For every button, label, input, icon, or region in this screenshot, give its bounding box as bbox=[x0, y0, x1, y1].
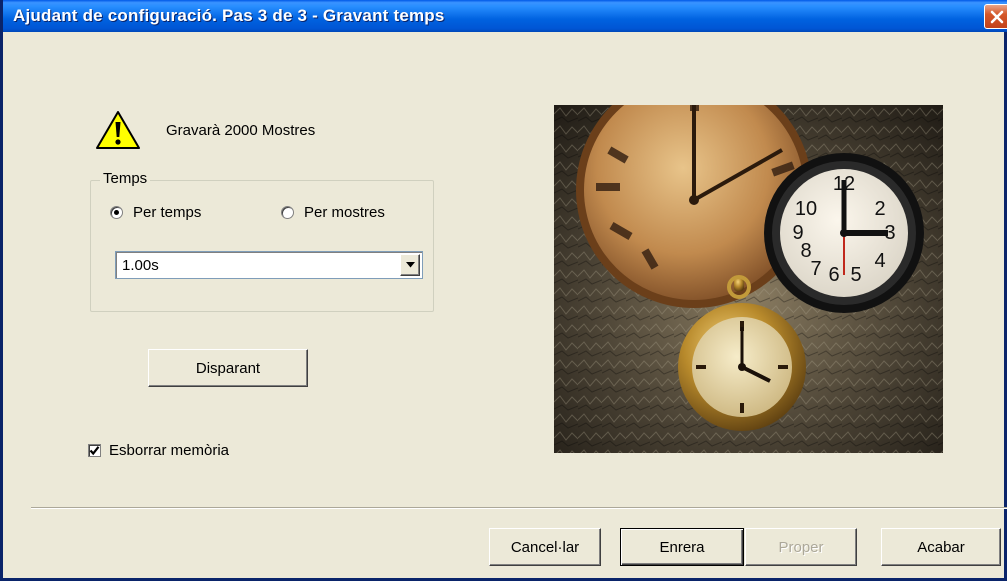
radio-selected-dot bbox=[114, 210, 119, 215]
wizard-window: Ajudant de configuració. Pas 3 de 3 - Gr… bbox=[0, 0, 1007, 581]
close-icon bbox=[990, 10, 1004, 23]
svg-text:6: 6 bbox=[828, 264, 839, 286]
svg-text:4: 4 bbox=[874, 250, 885, 272]
radio-by-samples-circle[interactable] bbox=[281, 206, 294, 219]
svg-text:10: 10 bbox=[795, 198, 817, 220]
cancel-button[interactable]: Cancel·lar bbox=[489, 528, 601, 566]
window-title: Ajudant de configuració. Pas 3 de 3 - Gr… bbox=[13, 6, 445, 25]
footer-separator bbox=[31, 507, 1007, 509]
title-bar[interactable]: Ajudant de configuració. Pas 3 de 3 - Gr… bbox=[3, 0, 1007, 32]
clear-memory-label: Esborrar memòria bbox=[109, 442, 230, 459]
close-button[interactable] bbox=[984, 4, 1007, 29]
radio-by-samples[interactable]: Per mostres bbox=[281, 204, 385, 221]
time-group-legend: Temps bbox=[100, 170, 151, 187]
radio-by-samples-label: Per mostres bbox=[304, 204, 385, 221]
time-groupbox bbox=[90, 180, 434, 312]
checkmark-icon bbox=[89, 446, 100, 456]
next-button[interactable]: Proper bbox=[745, 528, 857, 566]
finish-button[interactable]: Acabar bbox=[881, 528, 1001, 566]
back-button[interactable]: Enrera bbox=[620, 528, 744, 566]
radio-by-time-label: Per temps bbox=[133, 204, 202, 221]
trigger-button[interactable]: Disparant bbox=[148, 349, 308, 387]
svg-text:5: 5 bbox=[850, 264, 861, 286]
duration-select-dropdown-button[interactable] bbox=[400, 254, 420, 276]
radio-by-time-circle[interactable] bbox=[110, 206, 123, 219]
duration-select-value: 1.00s bbox=[122, 257, 159, 274]
chevron-down-icon bbox=[405, 262, 415, 268]
svg-text:2: 2 bbox=[874, 198, 885, 220]
duration-select[interactable]: 1.00s bbox=[115, 251, 423, 279]
clear-memory-checkbox-box[interactable] bbox=[88, 444, 101, 457]
clocks-image: 12 2 3 4 5 6 7 8 9 10 bbox=[554, 105, 943, 453]
samples-info-text: Gravarà 2000 Mostres bbox=[166, 122, 316, 139]
svg-text:9: 9 bbox=[792, 222, 803, 244]
svg-text:7: 7 bbox=[810, 258, 821, 280]
clear-memory-checkbox[interactable]: Esborrar memòria bbox=[88, 442, 229, 459]
radio-by-time[interactable]: Per temps bbox=[110, 204, 201, 221]
warning-icon bbox=[96, 111, 140, 149]
